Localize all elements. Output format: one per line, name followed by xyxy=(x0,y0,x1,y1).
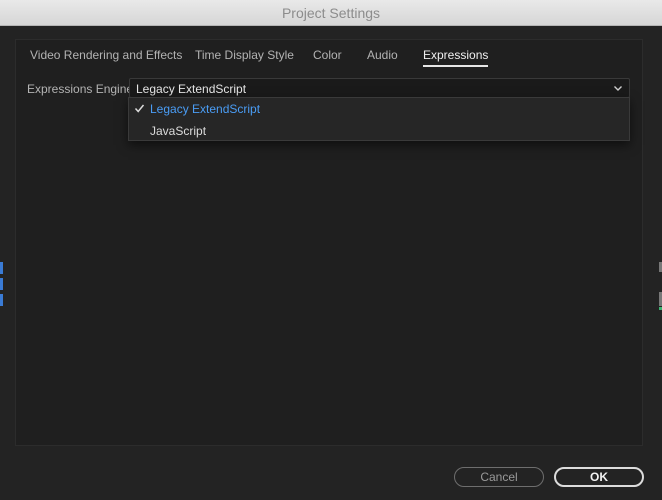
window-title: Project Settings xyxy=(281,5,381,21)
project-settings-window: Project Settings Video Rendering and Eff… xyxy=(0,0,662,500)
expressions-engine-selected-value: Legacy ExtendScript xyxy=(136,82,247,96)
expressions-engine-dropdown: Legacy ExtendScript JavaScript xyxy=(128,97,630,141)
checkmark-icon xyxy=(134,104,145,113)
tab-bar: Video Rendering and Effects Time Display… xyxy=(16,40,642,70)
tab-audio[interactable]: Audio xyxy=(367,48,398,62)
background-window-edge xyxy=(0,278,3,290)
tab-expressions[interactable]: Expressions xyxy=(423,48,489,67)
title-bar[interactable]: Project Settings xyxy=(0,0,662,26)
tab-time-display-style[interactable]: Time Display Style xyxy=(195,48,294,62)
tab-video-rendering-and-effects[interactable]: Video Rendering and Effects xyxy=(30,48,182,62)
background-window-edge xyxy=(0,294,3,306)
ok-button[interactable]: OK xyxy=(554,467,644,487)
option-javascript[interactable]: JavaScript xyxy=(129,120,629,141)
chevron-down-icon xyxy=(614,86,622,91)
expressions-engine-select[interactable]: Legacy ExtendScript xyxy=(129,78,630,98)
tab-color[interactable]: Color xyxy=(313,48,342,62)
settings-panel: Video Rendering and Effects Time Display… xyxy=(15,39,643,446)
cancel-button[interactable]: Cancel xyxy=(454,467,544,487)
option-label: JavaScript xyxy=(150,124,207,138)
background-window-edge xyxy=(0,262,3,274)
option-legacy-extendscript[interactable]: Legacy ExtendScript xyxy=(129,98,629,119)
option-label: Legacy ExtendScript xyxy=(150,102,261,116)
expressions-engine-label: Expressions Engine: xyxy=(27,82,137,96)
